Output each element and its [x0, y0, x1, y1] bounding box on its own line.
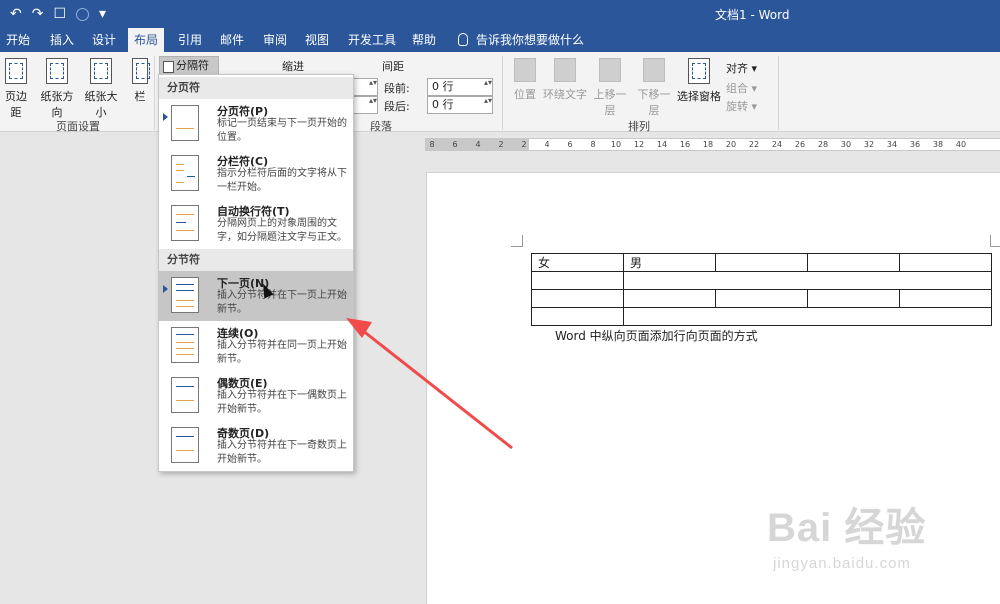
- arrow-shaft: [361, 328, 513, 450]
- annotation-arrow: [346, 318, 513, 450]
